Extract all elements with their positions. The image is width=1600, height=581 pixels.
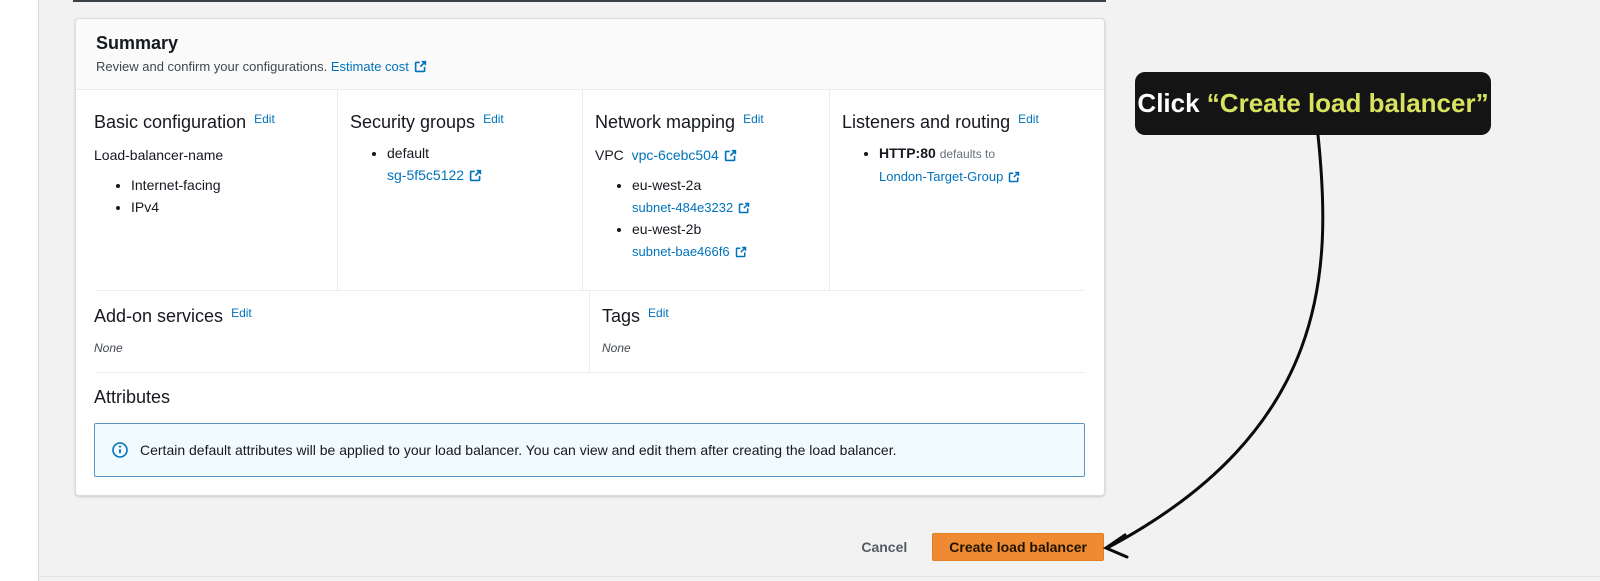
annotation-prefix: Click [1137,88,1207,118]
target-group-link[interactable]: London-Target-Group [879,166,1020,187]
top-section-divider [73,0,1106,2]
security-groups-list: default sg-5f5c5122 [350,142,570,186]
summary-grid-row-2: Add-on services Edit None Tags Edit None [76,291,1104,372]
section-basic-configuration: Basic configuration Edit Load-balancer-na… [76,90,337,290]
external-link-icon [414,60,427,73]
external-link-icon [469,169,482,182]
subnet-link[interactable]: subnet-484e3232 [632,197,750,218]
summary-panel: Summary Review and confirm your configur… [75,18,1105,496]
vpc-label: VPC [595,147,624,163]
subnet-list: eu-west-2a subnet-484e3232 eu-west-2b su… [595,174,817,262]
availability-zone: eu-west-2b [632,221,702,237]
edit-addon-services-link[interactable]: Edit [231,306,252,320]
addon-services-title: Add-on services [94,306,224,326]
load-balancer-name: Load-balancer-name [94,147,224,163]
section-tags: Tags Edit None [589,291,1104,372]
bottom-section-divider [39,576,1600,577]
edit-basic-configuration-link[interactable]: Edit [254,112,275,126]
tags-value: None [602,341,631,355]
summary-subtitle: Review and confirm your configurations. … [96,59,1084,75]
left-rail [0,0,39,581]
vpc-row: VPC vpc-6cebc504 [595,145,817,165]
summary-title: Summary [96,33,179,53]
addon-services-value: None [94,341,123,355]
basic-configuration-list: Internet-facing IPv4 [94,174,325,218]
summary-subtitle-text: Review and confirm your configurations. [96,59,328,74]
info-icon [112,442,128,458]
network-mapping-title: Network mapping [595,112,736,132]
cancel-button[interactable]: Cancel [855,538,913,556]
edit-security-groups-link[interactable]: Edit [483,112,504,126]
list-item: HTTP:80 defaults to London-Target-Group [879,142,1092,187]
listener-protocol: HTTP:80 [879,145,936,161]
basic-configuration-title: Basic configuration [94,112,247,132]
external-link-icon [1009,171,1020,183]
section-security-groups: Security groups Edit default sg-5f5c5122 [337,90,582,290]
list-item: eu-west-2a subnet-484e3232 [632,174,817,218]
vpc-link[interactable]: vpc-6cebc504 [632,147,737,163]
create-load-balancer-button[interactable]: Create load balancer [932,533,1104,561]
listener-connector: defaults to [939,147,996,161]
security-group-name: default [387,145,430,161]
estimate-cost-link[interactable]: Estimate cost [331,59,427,74]
section-listeners-routing: Listeners and routing Edit HTTP:80 defaul… [829,90,1104,290]
attributes-title: Attributes [94,387,171,407]
listeners-list: HTTP:80 defaults to London-Target-Group [842,142,1092,187]
list-item: Internet-facing [131,174,325,196]
list-item: IPv4 [131,196,325,218]
footer-actions: Cancel Create load balancer [855,533,1104,561]
summary-header: Summary Review and confirm your configur… [76,19,1104,90]
tags-title: Tags [602,306,641,326]
subnet-link[interactable]: subnet-bae466f6 [632,241,747,262]
edit-listeners-routing-link[interactable]: Edit [1018,112,1039,126]
edit-network-mapping-link[interactable]: Edit [743,112,764,126]
external-link-icon [724,149,736,162]
annotation-tooltip: Click “Create load balancer” [1135,72,1491,135]
list-item: default sg-5f5c5122 [387,142,570,186]
external-link-icon [735,246,746,258]
external-link-icon [738,202,750,214]
summary-grid-row-1: Basic configuration Edit Load-balancer-na… [76,90,1104,290]
attributes-info-banner: Certain default attributes will be appli… [94,423,1085,477]
attributes-info-message: Certain default attributes will be appli… [140,442,897,458]
edit-tags-link[interactable]: Edit [648,306,669,320]
availability-zone: eu-west-2a [632,177,702,193]
listeners-routing-title: Listeners and routing [842,112,1011,132]
section-attributes: Attributes Certain default attributes wi… [76,373,1104,477]
security-group-link[interactable]: sg-5f5c5122 [387,167,482,183]
section-network-mapping: Network mapping Edit VPC vpc-6cebc504 eu-… [582,90,829,290]
section-addon-services: Add-on services Edit None [76,291,589,372]
annotation-quoted-text: “Create load balancer” [1206,88,1489,118]
security-groups-title: Security groups [350,112,476,132]
list-item: eu-west-2b subnet-bae466f6 [632,218,817,262]
